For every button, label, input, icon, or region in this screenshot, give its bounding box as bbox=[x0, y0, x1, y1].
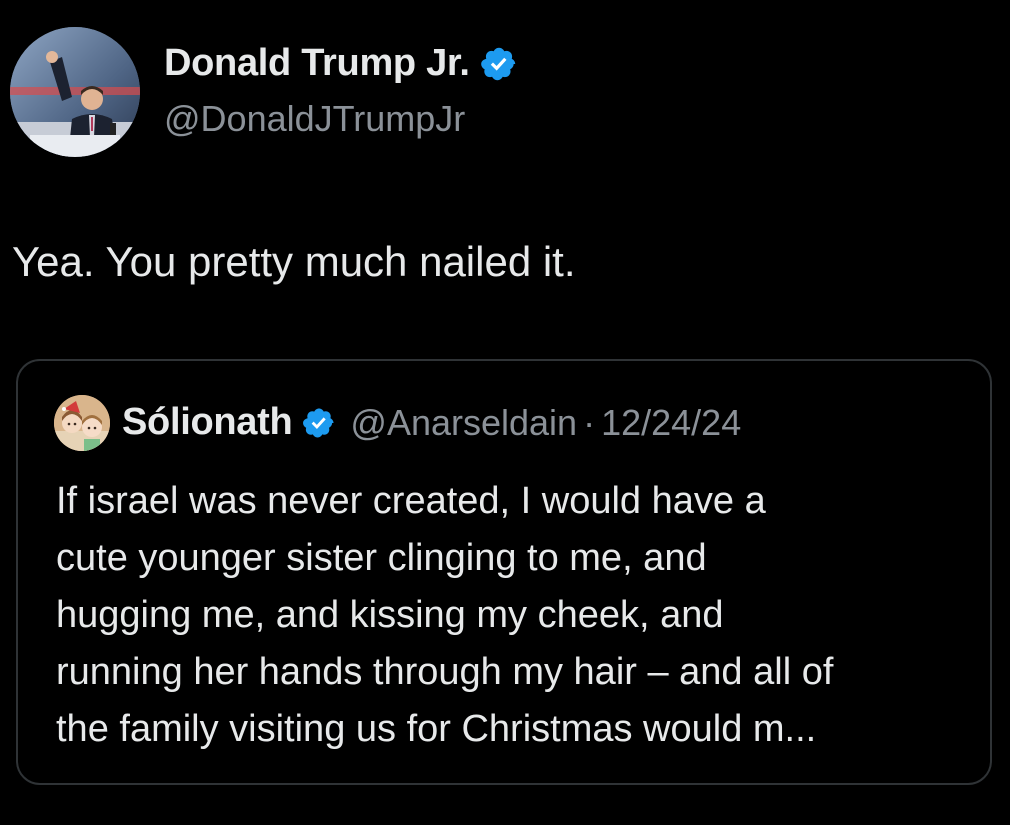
quoted-tweet-text: If israel was never created, I would hav… bbox=[56, 473, 976, 758]
quoted-tweet-date[interactable]: 12/24/24 bbox=[601, 402, 741, 444]
quoted-tweet-card[interactable]: Sólionath @Anarseldain · 12/24/24 If isr… bbox=[16, 359, 992, 785]
quoted-tweet-text-line: If israel was never created, I would hav… bbox=[56, 480, 766, 522]
quoted-author-display-name[interactable]: Sólionath bbox=[122, 401, 293, 444]
verified-badge-icon[interactable] bbox=[302, 406, 336, 440]
quoted-author-avatar[interactable] bbox=[54, 395, 110, 451]
quoted-tweet-text-line: hugging me, and kissing my cheek, and bbox=[56, 594, 724, 636]
author-display-name[interactable]: Donald Trump Jr. bbox=[164, 42, 470, 85]
author-name-row: Donald Trump Jr. bbox=[164, 42, 518, 85]
verified-badge-icon[interactable] bbox=[480, 45, 518, 83]
quoted-tweet-text-line: running her hands through my hair – and … bbox=[56, 651, 834, 693]
quoted-tweet-header: Sólionath @Anarseldain · 12/24/24 bbox=[122, 401, 741, 444]
tweet-text: Yea. You pretty much nailed it. bbox=[12, 238, 576, 285]
author-handle[interactable]: @DonaldJTrumpJr bbox=[164, 98, 465, 140]
quoted-tweet-text-line: the family visiting us for Christmas wou… bbox=[56, 708, 817, 750]
quoted-author-handle[interactable]: @Anarseldain bbox=[350, 402, 577, 444]
tweet: Donald Trump Jr. @DonaldJTrumpJr Yea. Yo… bbox=[0, 0, 1010, 825]
quoted-tweet-text-line: cute younger sister clinging to me, and bbox=[56, 537, 707, 579]
author-avatar[interactable] bbox=[10, 27, 140, 157]
separator-dot: · bbox=[583, 401, 596, 443]
